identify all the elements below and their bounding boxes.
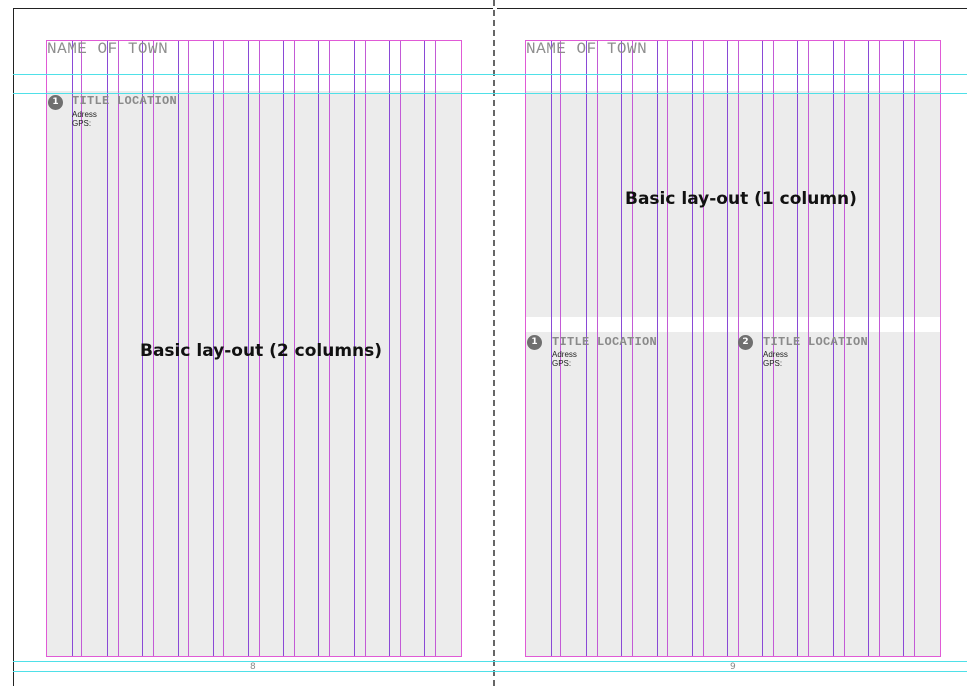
location-entry[interactable]: 1 TITLE LOCATION Adress GPS: xyxy=(48,94,248,134)
baseline-guide xyxy=(13,661,967,662)
location-entry[interactable]: 1 TITLE LOCATION Adress GPS: xyxy=(527,335,727,375)
right-page: NAME OF TOWN Basic lay-out (1 column) 1 … xyxy=(495,0,967,686)
location-entry[interactable]: 2 TITLE LOCATION Adress GPS: xyxy=(738,335,938,375)
left-page: NAME OF TOWN 1 TITLE LOCATION Adress GPS… xyxy=(0,0,493,686)
location-title: TITLE LOCATION xyxy=(552,335,658,349)
layout-caption: Basic lay-out (1 column) xyxy=(625,189,857,209)
location-number-badge: 1 xyxy=(527,335,542,350)
location-gps: GPS: xyxy=(763,359,783,368)
location-number-badge: 2 xyxy=(738,335,753,350)
baseline-guide xyxy=(13,74,967,75)
location-address: Adress xyxy=(763,350,788,359)
baseline-guide xyxy=(13,671,967,672)
location-number-badge: 1 xyxy=(48,95,63,110)
location-gps: GPS: xyxy=(72,119,92,128)
location-gps: GPS: xyxy=(552,359,572,368)
location-title: TITLE LOCATION xyxy=(763,335,869,349)
location-address: Adress xyxy=(72,110,97,119)
town-title[interactable]: NAME OF TOWN xyxy=(526,40,647,58)
town-title[interactable]: NAME OF TOWN xyxy=(47,40,168,58)
layout-caption: Basic lay-out (2 columns) xyxy=(140,341,383,361)
location-title: TITLE LOCATION xyxy=(72,94,178,108)
location-address: Adress xyxy=(552,350,577,359)
baseline-guide xyxy=(13,93,967,94)
